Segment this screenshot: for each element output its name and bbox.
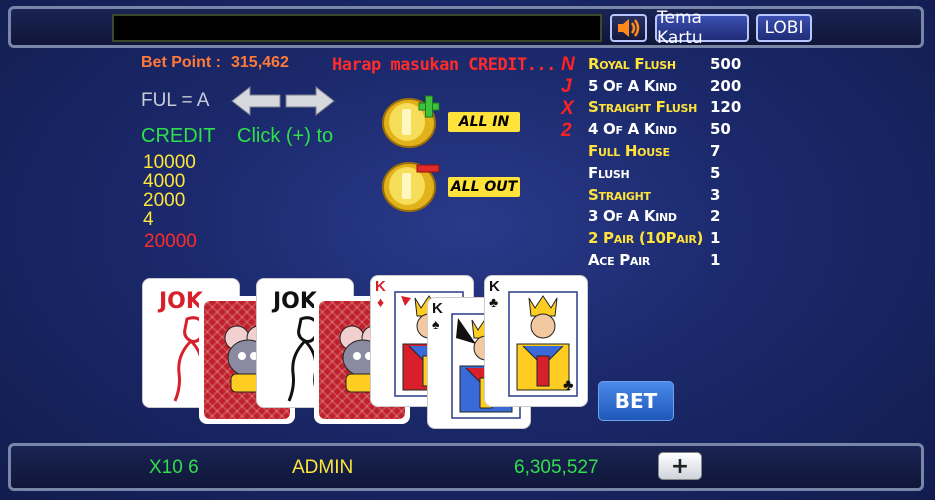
paytable-hand: 2 Pair (10Pair): [588, 229, 704, 248]
add-credit-button[interactable]: +: [658, 452, 702, 480]
paytable-row: 5 Of A Kind 200: [588, 75, 741, 97]
paytable: Royal Flush 500 5 Of A Kind 200 Straight Flu…: [588, 53, 741, 271]
balance-label: 6,305,527: [514, 457, 599, 478]
paytable-hand: Ace Pair: [588, 251, 651, 270]
all-out-button[interactable]: ALL OUT: [448, 177, 520, 197]
credit-value: 4000: [143, 171, 186, 192]
paytable-hand: 5 Of A Kind: [588, 76, 677, 95]
speaker-icon: [617, 19, 639, 37]
paytable-hand: 3 Of A Kind: [588, 207, 677, 226]
paytable-payout: 2: [710, 207, 721, 226]
card-rank: K: [375, 278, 386, 295]
spade-suit-icon: ♠: [432, 316, 440, 332]
credit-value: 2000: [143, 190, 186, 211]
arrow-left-icon[interactable]: [231, 85, 281, 117]
king-of-clubs-card[interactable]: K ♣ ♣: [484, 275, 588, 407]
card-rank: K: [489, 278, 500, 295]
arrow-right-icon[interactable]: [285, 85, 335, 117]
sound-button[interactable]: [610, 14, 647, 42]
coin-plus-icon[interactable]: [381, 93, 443, 154]
joker-label: JOK: [159, 289, 203, 314]
multiplier-label: X10 6: [149, 457, 199, 478]
paytable-hand: 4 Of A Kind: [588, 120, 677, 139]
njx-letter: X: [561, 98, 574, 119]
bet-point: Bet Point : 315,462: [141, 54, 289, 72]
credit-value: 4: [143, 209, 154, 230]
card-rank: K: [432, 300, 443, 317]
paytable-row: Royal Flush 500: [588, 53, 741, 75]
paytable-payout: 7: [710, 142, 721, 161]
bet-button[interactable]: BET: [598, 381, 674, 421]
message-display: [112, 14, 602, 42]
bet-point-value: 315,462: [231, 54, 289, 71]
tema-kartu-button[interactable]: Tema Kartu: [655, 8, 749, 48]
svg-text:♣: ♣: [563, 377, 574, 394]
paytable-hand: Straight: [588, 185, 651, 204]
bottom-bar: X10 6 ADMIN 6,305,527 +: [8, 443, 924, 491]
top-bar: Tema Kartu LOBI: [8, 6, 924, 48]
username-label: ADMIN: [292, 457, 354, 478]
paytable-payout: 50: [710, 120, 731, 139]
click-hint: Click (+) to: [237, 125, 334, 147]
paytable-payout: 500: [710, 54, 742, 73]
paytable-row: Flush 5: [588, 162, 741, 184]
paytable-row: Straight 3: [588, 184, 741, 206]
paytable-row: Straight Flush 120: [588, 97, 741, 119]
paytable-row: Full House 7: [588, 140, 741, 162]
all-in-button[interactable]: ALL IN: [448, 112, 520, 132]
credit-value: 10000: [143, 152, 196, 173]
credit-prompt: Harap masukan CREDIT...: [332, 55, 556, 75]
joker-label: JOK: [273, 289, 317, 314]
paytable-payout: 120: [710, 98, 742, 117]
club-suit-icon: ♣: [489, 294, 499, 310]
ful-label: FUL = A: [141, 90, 210, 111]
credit-list: 10000 4000 2000 4: [143, 153, 196, 229]
paytable-payout: 1: [710, 251, 721, 270]
king-face-icon: ♣: [508, 291, 578, 397]
paytable-row: 2 Pair (10Pair) 1: [588, 227, 741, 249]
arrow-buttons: [230, 84, 336, 123]
paytable-row: Ace Pair 1: [588, 249, 741, 271]
bet-point-label: Bet Point :: [141, 54, 221, 71]
paytable-payout: 5: [710, 163, 721, 182]
paytable-payout: 200: [710, 76, 742, 95]
credit-total: 20000: [144, 231, 197, 252]
njx-letter: 2: [561, 120, 572, 141]
njx-label: N J X 2: [561, 54, 575, 142]
njx-letter: J: [561, 76, 572, 97]
paytable-hand: Royal Flush: [588, 54, 676, 73]
paytable-payout: 1: [710, 229, 721, 248]
njx-letter: N: [561, 54, 575, 75]
paytable-hand: Flush: [588, 163, 630, 182]
credit-label: CREDIT: [141, 125, 216, 147]
paytable-payout: 3: [710, 185, 721, 204]
lobi-button[interactable]: LOBI: [756, 14, 812, 42]
paytable-hand: Full House: [588, 142, 670, 161]
paytable-row: 3 Of A Kind 2: [588, 206, 741, 228]
paytable-hand: Straight Flush: [588, 98, 698, 117]
coin-minus-icon[interactable]: [381, 158, 443, 219]
paytable-row: 4 Of A Kind 50: [588, 118, 741, 140]
diamond-suit-icon: ♦: [377, 294, 385, 310]
